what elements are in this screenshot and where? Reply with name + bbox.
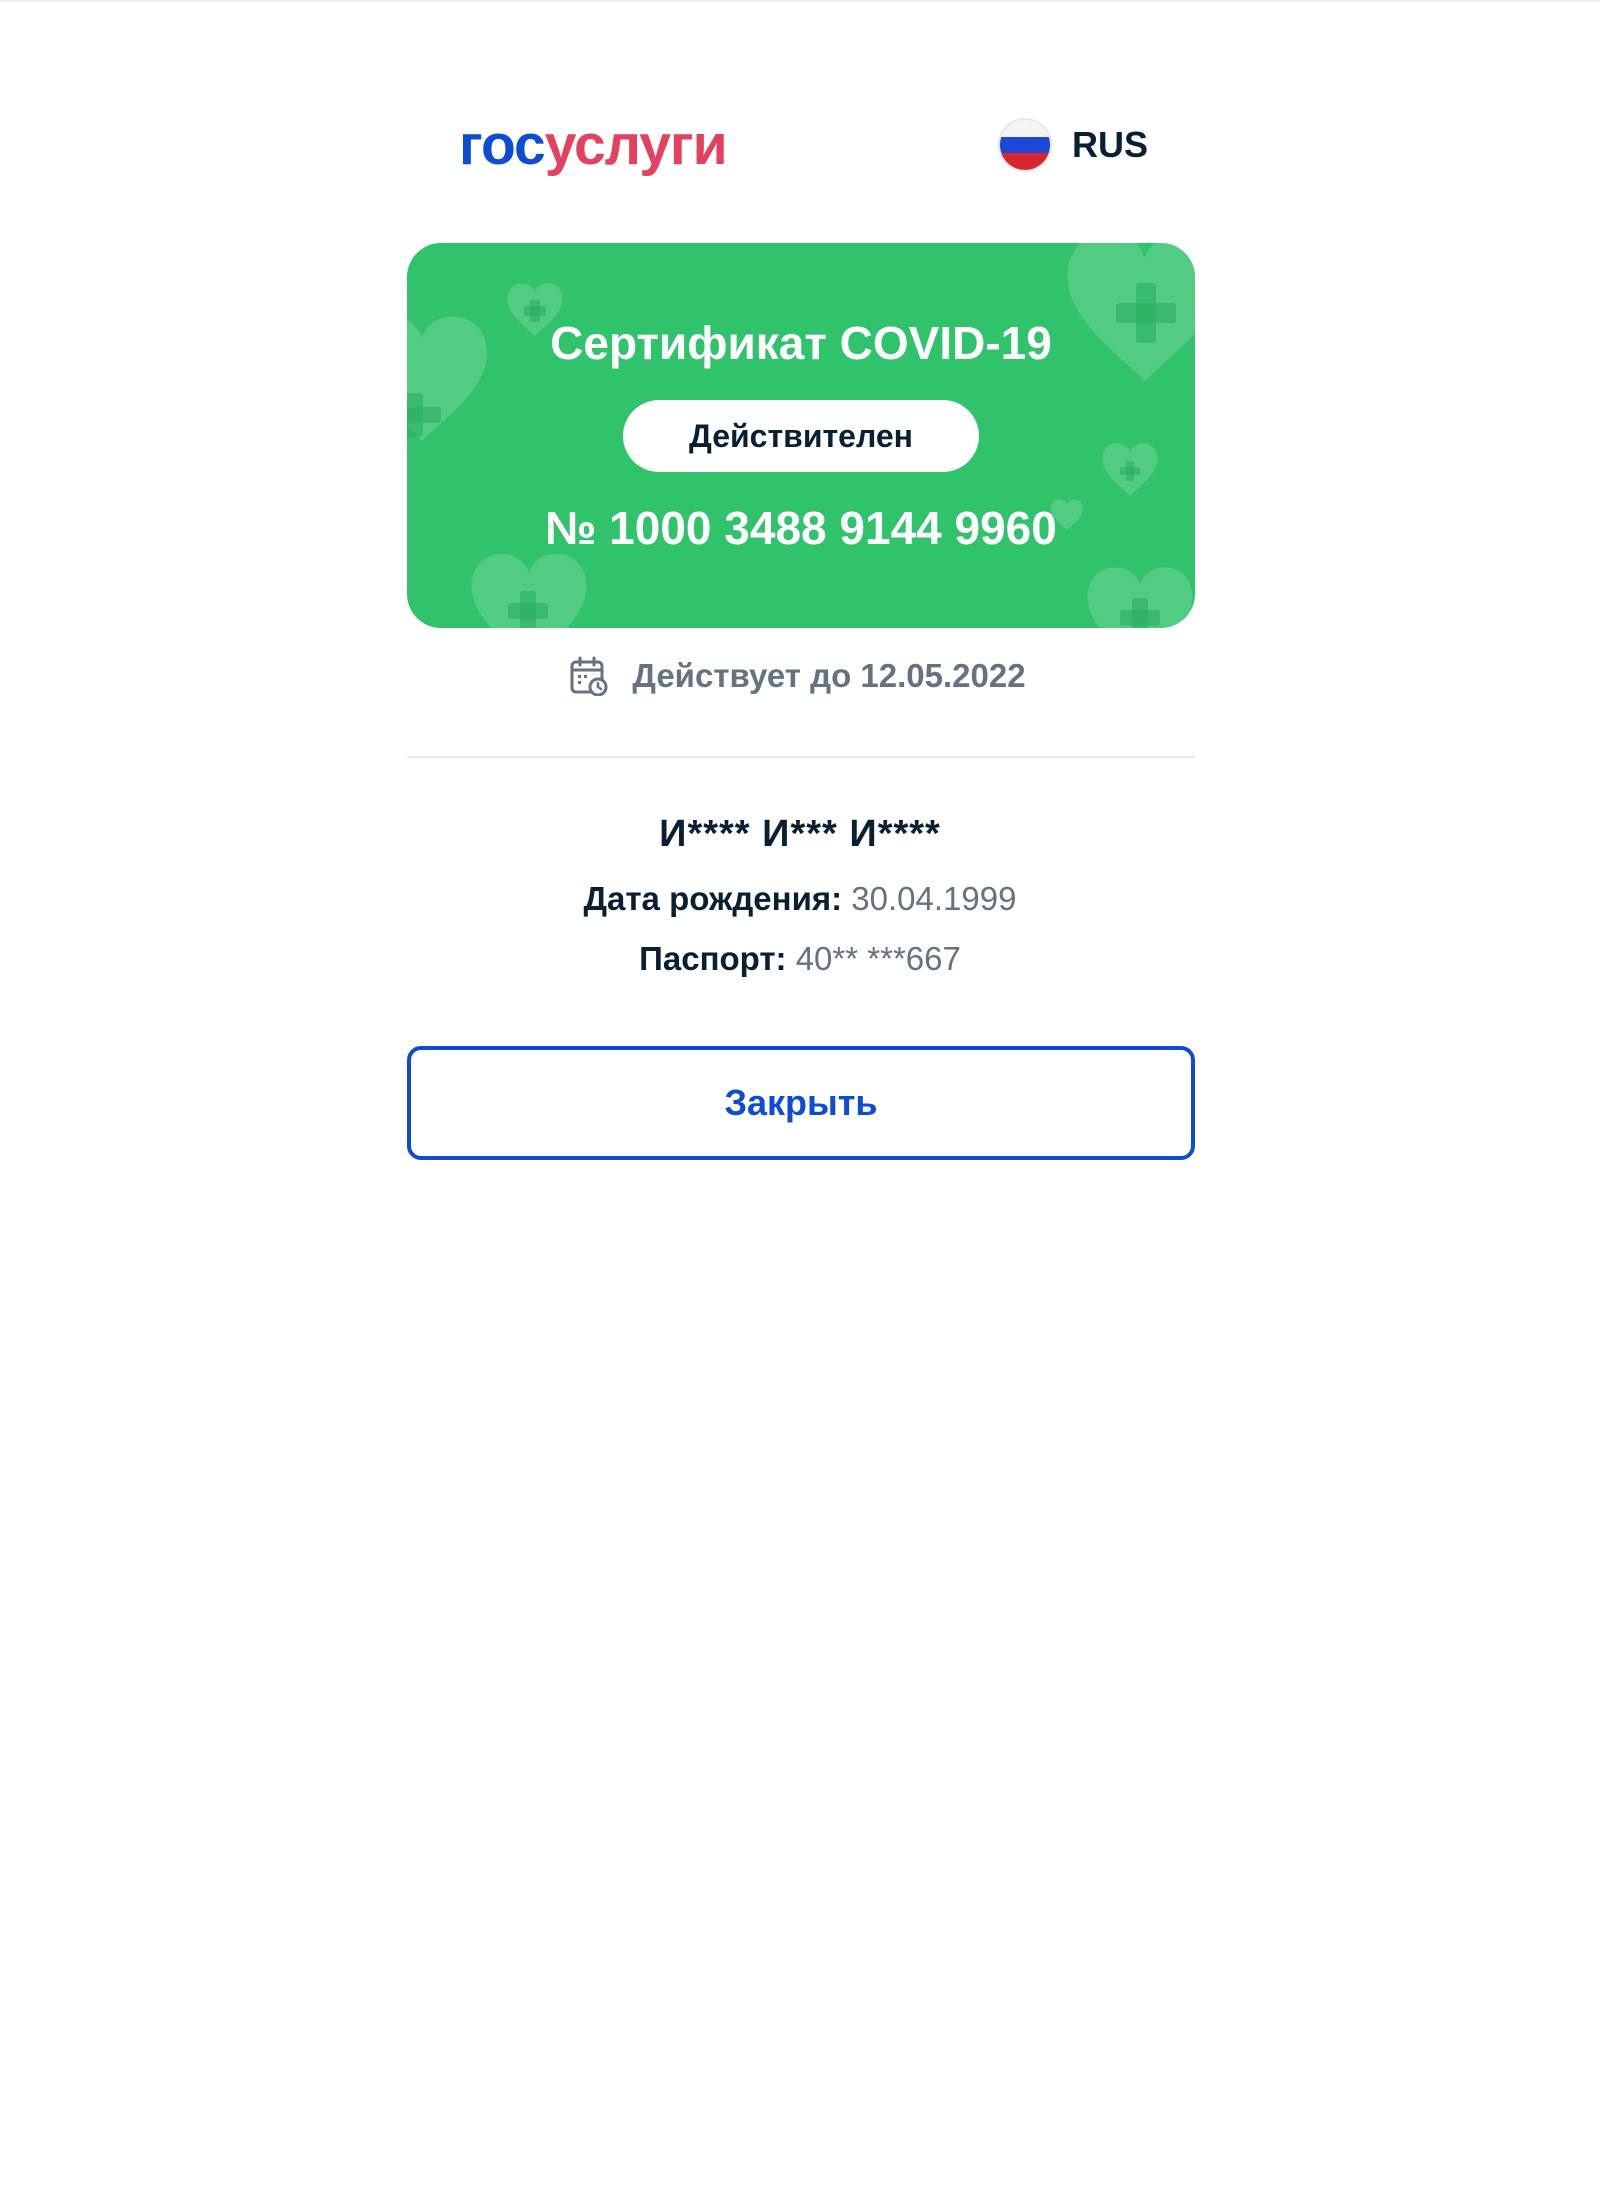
passport-value: 40** ***667 xyxy=(795,940,961,977)
validity-row: Действует до 12.05.2022 xyxy=(0,656,1600,696)
certificate-status-badge: Действителен xyxy=(623,400,979,472)
certificate-title: Сертификат COVID-19 xyxy=(550,317,1052,369)
language-switcher[interactable]: RUS xyxy=(998,117,1148,173)
person-name: И**** И*** И**** xyxy=(659,813,941,855)
covid-certificate-card: Сертификат COVID-19 Действителен № 1000 … xyxy=(407,243,1195,628)
birth-date-value: 30.04.1999 xyxy=(851,880,1017,917)
person-info: И**** И*** И**** Дата рождения: 30.04.19… xyxy=(0,813,1600,978)
gosuslugi-logo[interactable]: госуслуги xyxy=(459,110,728,180)
certificate-number: № 1000 3488 9144 9960 xyxy=(545,502,1057,554)
calendar-clock-icon xyxy=(570,656,608,696)
section-divider xyxy=(407,756,1195,758)
close-button[interactable]: Закрыть xyxy=(407,1046,1195,1160)
header: госуслуги RUS xyxy=(0,110,1600,180)
logo-part-gos: гос xyxy=(459,113,546,177)
birth-date-label: Дата рождения: xyxy=(583,880,843,917)
passport-row: Паспорт: 40** ***667 xyxy=(0,940,1600,978)
logo-part-uslugi: услуги xyxy=(544,113,728,177)
top-border xyxy=(0,0,1600,2)
language-label: RUS xyxy=(1072,124,1149,165)
birth-date-row: Дата рождения: 30.04.1999 xyxy=(0,880,1600,918)
validity-text: Действует до 12.05.2022 xyxy=(632,657,1026,694)
russia-flag-icon xyxy=(998,118,1052,172)
passport-label: Паспорт: xyxy=(639,940,787,977)
